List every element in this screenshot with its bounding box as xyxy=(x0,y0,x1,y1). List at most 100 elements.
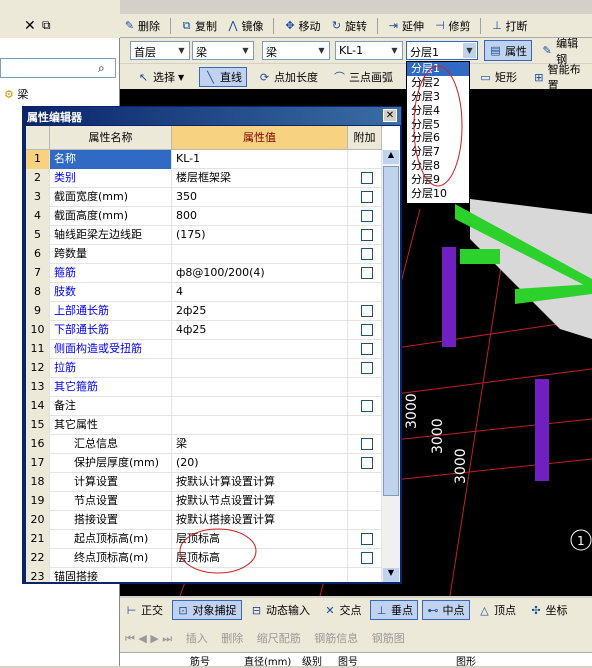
intersect-button[interactable]: ✕ 交点 xyxy=(319,600,367,620)
property-value[interactable] xyxy=(172,416,348,435)
edit-rebar-button[interactable]: ✎ 编辑钢 xyxy=(536,37,592,66)
insert-button[interactable]: 插入 xyxy=(181,628,213,648)
table-row[interactable]: 15 其它属性 xyxy=(26,416,400,435)
move-button[interactable]: ✥ 移动 xyxy=(281,14,324,37)
table-row[interactable]: 5 轴线距梁左边线距 (175) xyxy=(26,226,400,245)
property-editor-window[interactable]: 属性编辑器 ✕ 属性名称 属性值 附加 1 名称 KL-1 2 类别 楼层框架梁 3 截面宽度… xyxy=(22,106,402,584)
rebar-info-button[interactable]: 钢筋信息 xyxy=(309,628,363,648)
property-button[interactable]: ▤ 属性 xyxy=(484,40,532,61)
line-button[interactable]: ╲ 直线 xyxy=(199,67,247,87)
dynamic-input-button[interactable]: ⊟ 动态输入 xyxy=(245,600,315,620)
close-icon[interactable]: ✕ xyxy=(383,109,397,122)
snap-button[interactable]: ⊡ 对象捕捉 xyxy=(171,600,242,620)
attach-checkbox[interactable] xyxy=(360,305,373,317)
rotate-button[interactable]: ↻ 旋转 xyxy=(327,14,370,37)
property-value[interactable] xyxy=(172,397,348,416)
attach-checkbox[interactable] xyxy=(360,457,373,469)
table-row[interactable]: 8 肢数 4 xyxy=(26,283,400,302)
table-row[interactable]: 14 备注 xyxy=(26,397,400,416)
table-row[interactable]: 13 其它箍筋 xyxy=(26,378,400,397)
scrollbar-thumb[interactable] xyxy=(383,166,399,496)
property-value[interactable]: 按默认节点设置计算 xyxy=(172,492,348,511)
property-value[interactable]: 350 xyxy=(172,188,348,207)
copy-icon[interactable]: ⧉ xyxy=(42,18,51,33)
chevron-up-icon[interactable]: ▲ xyxy=(383,150,399,164)
property-value[interactable]: 800 xyxy=(172,207,348,226)
nav-buttons[interactable]: ⏮ ◀ ▶ ⏭ xyxy=(120,629,177,649)
coord-button[interactable]: ✣ 坐标 xyxy=(525,600,573,620)
property-value[interactable]: 4ф25 xyxy=(172,321,348,340)
vertex-button[interactable]: △ 顶点 xyxy=(473,600,521,620)
attach-checkbox[interactable] xyxy=(360,400,373,412)
floor-select[interactable]: 首层 ▼ xyxy=(130,41,190,60)
rebar-table-header: 筋号 直径(mm) 级别 图号 图形 xyxy=(120,652,592,668)
midpoint-button[interactable]: ⊷ 中点 xyxy=(421,600,470,620)
property-value[interactable] xyxy=(172,340,348,359)
property-value[interactable]: 4 xyxy=(172,283,348,302)
attach-checkbox[interactable] xyxy=(360,533,373,545)
category-select[interactable]: 梁 ▼ xyxy=(192,41,254,60)
attach-checkbox[interactable] xyxy=(360,210,373,222)
attach-checkbox[interactable] xyxy=(360,362,373,374)
property-value[interactable]: (20) xyxy=(172,454,348,473)
tree-item[interactable]: ⚙ 梁 xyxy=(4,86,28,102)
property-value[interactable] xyxy=(172,245,348,264)
rect-button[interactable]: ▭ 矩形 xyxy=(474,67,522,87)
attach-checkbox[interactable] xyxy=(360,324,373,336)
property-value[interactable]: 梁 xyxy=(172,435,348,454)
attach-checkbox[interactable] xyxy=(360,343,373,355)
table-row[interactable]: 7 箍筋 ф8@100/200(4) xyxy=(26,264,400,283)
attach-checkbox[interactable] xyxy=(360,552,373,564)
property-value[interactable]: (175) xyxy=(172,226,348,245)
three-point-arc-button[interactable]: ⌒ 三点画弧 xyxy=(328,67,398,87)
table-row[interactable]: 9 上部通长筋 2ф25 xyxy=(26,302,400,321)
attach-checkbox[interactable] xyxy=(360,191,373,203)
mirror-button[interactable]: ⋀ 镜像 xyxy=(224,14,267,37)
table-row[interactable]: 12 拉筋 xyxy=(26,359,400,378)
attach-checkbox[interactable] xyxy=(360,229,373,241)
search-icon[interactable]: ⌕ xyxy=(98,61,105,76)
table-row[interactable]: 11 侧面构造或受扭筋 xyxy=(26,340,400,359)
rebar-lib-button[interactable]: 钢筋图 xyxy=(367,628,410,648)
copy-button[interactable]: ⧉ 复制 xyxy=(177,14,220,37)
scale-rebar-button[interactable]: 缩尺配筋 xyxy=(252,628,306,648)
break-button[interactable]: ⊥ 打断 xyxy=(488,14,531,37)
property-value[interactable]: 2ф25 xyxy=(172,302,348,321)
property-value[interactable] xyxy=(172,359,348,378)
delete-rebar-button[interactable]: 删除 xyxy=(216,628,248,648)
ortho-button[interactable]: ⊢ 正交 xyxy=(120,600,168,620)
property-value[interactable]: ф8@100/200(4) xyxy=(172,264,348,283)
attach-checkbox[interactable] xyxy=(360,172,373,184)
row-number: 11 xyxy=(26,340,50,359)
close-icon[interactable]: ✕ xyxy=(24,18,36,34)
extend-button[interactable]: ⇥ 延伸 xyxy=(384,14,427,37)
attach-checkbox[interactable] xyxy=(360,267,373,279)
perpendicular-button[interactable]: ⊥ 垂点 xyxy=(370,600,418,620)
property-value[interactable] xyxy=(172,378,348,397)
table-row[interactable]: 10 下部通长筋 4ф25 xyxy=(26,321,400,340)
table-row[interactable]: 3 截面宽度(mm) 350 xyxy=(26,188,400,207)
table-row[interactable]: 19 节点设置 按默认节点设置计算 xyxy=(26,492,400,511)
point-length-button[interactable]: ⟳ 点加长度 xyxy=(253,67,323,87)
smart-button[interactable]: ⊞ 智能布置 xyxy=(528,63,592,92)
delete-button[interactable]: ✎ 删除 xyxy=(120,14,163,37)
table-row[interactable]: 6 跨数量 xyxy=(26,245,400,264)
select-button[interactable]: ↖ 选择 ▼ xyxy=(132,67,189,87)
table-row[interactable]: 2 类别 楼层框架梁 xyxy=(26,169,400,188)
layer-select[interactable]: 分层1 ▼ xyxy=(406,41,478,60)
type-select[interactable]: 梁 ▼ xyxy=(262,41,330,60)
attach-checkbox[interactable] xyxy=(360,438,373,450)
table-row[interactable]: 16 汇总信息梁 xyxy=(26,435,400,454)
scrollbar[interactable]: ▲ ▼ xyxy=(382,150,400,582)
attach-checkbox[interactable] xyxy=(360,248,373,260)
table-row[interactable]: 17 保护层厚度(mm) (20) xyxy=(26,454,400,473)
element-select[interactable]: KL-1 ▼ xyxy=(335,41,403,60)
chevron-down-icon[interactable]: ▼ xyxy=(383,568,399,582)
property-value[interactable]: 楼层框架梁 xyxy=(172,169,348,188)
table-row[interactable]: 1 名称 KL-1 xyxy=(26,150,400,169)
table-row[interactable]: 18 计算设置 按默认计算设置计算 xyxy=(26,473,400,492)
property-value[interactable]: 按默认计算设置计算 xyxy=(172,473,348,492)
table-row[interactable]: 4 截面高度(mm) 800 xyxy=(26,207,400,226)
trim-button[interactable]: ⊣ 修剪 xyxy=(431,14,474,37)
property-value[interactable]: KL-1 xyxy=(172,150,348,169)
